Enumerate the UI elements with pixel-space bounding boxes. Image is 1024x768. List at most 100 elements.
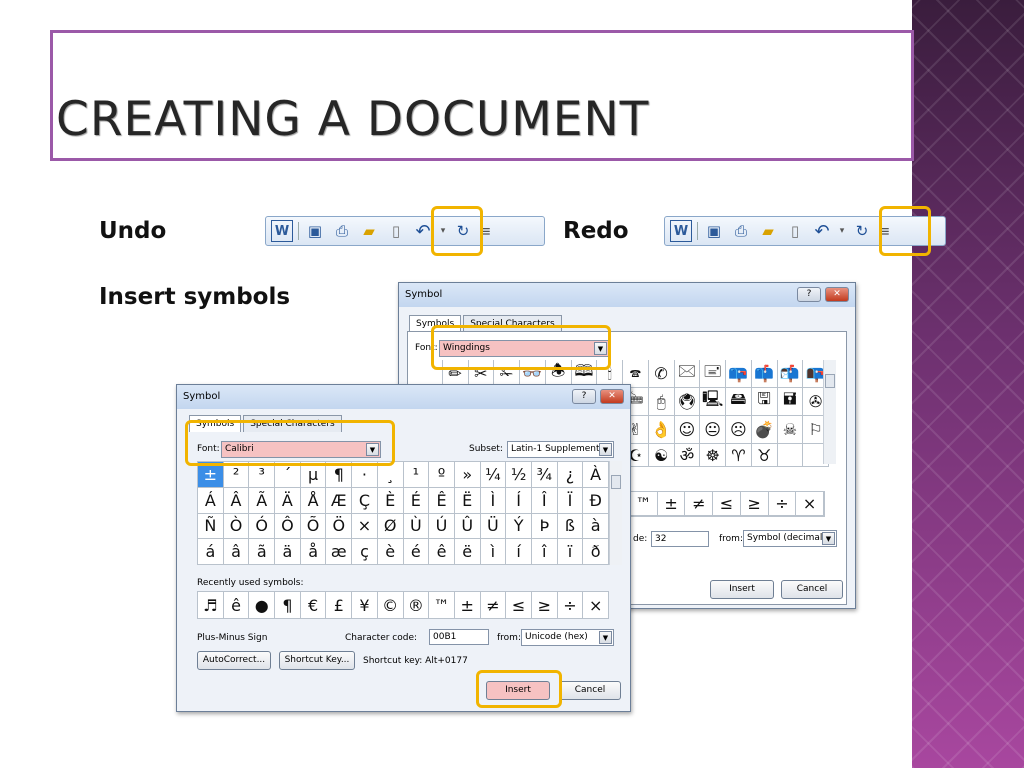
recent-symbol-cell[interactable]: ≠ <box>685 492 714 516</box>
symbol-cell[interactable]: Ý <box>506 513 532 540</box>
word-icon[interactable]: W <box>271 220 293 242</box>
symbol-cell[interactable]: ì <box>480 539 507 565</box>
symbol-cell[interactable]: à <box>583 513 609 540</box>
symbol-cell[interactable]: Ô <box>275 513 301 540</box>
symbol-cell[interactable]: Ç <box>352 487 378 514</box>
undo-dropdown-icon[interactable]: ▾ <box>838 220 846 242</box>
symbol-cell[interactable]: ä <box>275 539 301 565</box>
symbol-cell[interactable]: Ó <box>249 513 276 540</box>
recent-symbol-cell[interactable]: ± <box>454 592 481 619</box>
symbol-cell[interactable]: é <box>403 539 430 565</box>
symbol-cell[interactable]: ã <box>249 539 276 565</box>
symbol-cell[interactable]: Ù <box>403 513 430 540</box>
symbol-cell[interactable]: 🖳 <box>700 388 726 416</box>
symbol-cell[interactable]: Þ <box>531 513 558 540</box>
symbol-cell[interactable]: æ <box>326 539 353 565</box>
symbol-cell[interactable]: Ü <box>480 513 507 540</box>
recent-symbol-cell[interactable]: ® <box>403 592 430 619</box>
symbol-cell[interactable]: 🖬 <box>777 388 804 416</box>
subset-select[interactable]: Latin-1 Supplement ▼ <box>507 441 614 458</box>
symbol-cell[interactable]: Ñ <box>198 513 224 540</box>
from-select[interactable]: Unicode (hex) ▼ <box>521 629 614 646</box>
help-button[interactable]: ? <box>572 389 596 404</box>
new-doc-icon[interactable]: ▯ <box>784 220 806 242</box>
save-icon[interactable]: ▣ <box>703 220 725 242</box>
recent-symbol-cell[interactable]: ± <box>657 492 686 516</box>
character-code-field[interactable]: 00B1 <box>429 629 489 645</box>
symbol-cell[interactable]: Ú <box>429 513 455 540</box>
recent-symbol-cell[interactable]: × <box>583 592 609 619</box>
insert-button[interactable]: Insert <box>710 580 774 599</box>
chevron-down-icon[interactable]: ▼ <box>599 631 612 644</box>
symbol-cell[interactable]: Ì <box>480 487 507 514</box>
symbol-cell[interactable]: × <box>352 513 378 540</box>
symbol-cell[interactable]: È <box>377 487 404 514</box>
recent-symbol-cell[interactable]: ≤ <box>713 492 741 516</box>
symbol-cell[interactable]: Á <box>198 487 224 514</box>
recent-symbol-cell[interactable]: € <box>300 592 327 619</box>
symbol-cell[interactable]: É <box>403 487 430 514</box>
symbol-cell[interactable]: ¼ <box>480 462 507 488</box>
symbol-cell[interactable]: 🖫 <box>751 388 778 416</box>
symbol-cell[interactable]: Ò <box>223 513 250 540</box>
symbol-cell[interactable]: À <box>583 462 609 488</box>
symbol-cell[interactable]: Ø <box>377 513 404 540</box>
symbol-cell[interactable]: Ê <box>429 487 455 514</box>
symbol-cell[interactable]: ☠ <box>777 416 804 444</box>
symbol-cell[interactable]: ☸ <box>700 444 726 467</box>
symbol-cell[interactable]: 😐 <box>700 416 726 444</box>
symbol-cell[interactable]: ¹ <box>403 462 430 488</box>
recent-symbol-cell[interactable]: ● <box>249 592 276 619</box>
symbol-cell[interactable]: Ö <box>326 513 353 540</box>
autocorrect-button[interactable]: AutoCorrect... <box>197 651 271 670</box>
symbol-cell[interactable]: ♉ <box>751 444 778 467</box>
recent-symbol-cell[interactable]: ¥ <box>352 592 378 619</box>
scrollbar-thumb[interactable] <box>611 475 621 489</box>
recent-symbol-cell[interactable]: © <box>377 592 404 619</box>
symbol-cell[interactable]: 📫 <box>751 360 778 388</box>
chevron-down-icon[interactable]: ▼ <box>599 443 612 456</box>
symbol-cell[interactable]: ☹ <box>726 416 752 444</box>
scrollbar-thumb[interactable] <box>825 374 835 388</box>
symbol-cell[interactable]: Î <box>531 487 558 514</box>
grid-scrollbar[interactable] <box>609 461 622 565</box>
symbol-cell[interactable]: å <box>300 539 327 565</box>
recent-symbol-cell[interactable]: ≠ <box>480 592 507 619</box>
symbol-cell[interactable]: Ë <box>454 487 481 514</box>
symbol-cell[interactable]: ½ <box>506 462 532 488</box>
close-button[interactable]: ✕ <box>600 389 624 404</box>
symbol-cell[interactable]: Ð <box>583 487 609 514</box>
symbol-cell[interactable]: Õ <box>300 513 327 540</box>
symbol-cell[interactable]: î <box>531 539 558 565</box>
print-preview-icon[interactable]: ⎙ <box>331 220 353 242</box>
symbol-cell[interactable]: ¾ <box>531 462 558 488</box>
undo-icon[interactable]: ↶ <box>811 220 833 242</box>
symbol-cell[interactable]: 🖰 <box>648 388 675 416</box>
recent-symbol-cell[interactable]: ™ <box>429 592 455 619</box>
character-code-field[interactable]: 32 <box>651 531 709 547</box>
recent-symbol-cell[interactable]: ™ <box>630 492 658 516</box>
symbol-cell[interactable]: 🖴 <box>726 388 752 416</box>
recent-symbol-cell[interactable]: ≥ <box>531 592 558 619</box>
new-doc-icon[interactable]: ▯ <box>385 220 407 242</box>
symbol-cell[interactable]: 📪 <box>726 360 752 388</box>
symbol-cell[interactable]: ë <box>454 539 481 565</box>
symbol-cell[interactable]: 🖂 <box>674 360 701 388</box>
save-icon[interactable]: ▣ <box>304 220 326 242</box>
symbol-cell[interactable]: ☯ <box>648 444 675 467</box>
symbol-cell[interactable]: Ä <box>275 487 301 514</box>
symbol-cell[interactable]: 🖃 <box>700 360 726 388</box>
symbol-cell[interactable]: º <box>429 462 455 488</box>
symbol-cell[interactable]: 📬 <box>777 360 804 388</box>
symbol-cell[interactable]: ï <box>557 539 584 565</box>
grid-scrollbar[interactable] <box>823 360 836 464</box>
symbol-cell[interactable]: ð <box>583 539 609 565</box>
close-button[interactable]: ✕ <box>825 287 849 302</box>
symbol-cell[interactable]: ß <box>557 513 584 540</box>
symbol-cell[interactable]: Â <box>223 487 250 514</box>
recent-symbol-cell[interactable]: ≥ <box>740 492 769 516</box>
print-preview-icon[interactable]: ⎙ <box>730 220 752 242</box>
cancel-button[interactable]: Cancel <box>781 580 843 599</box>
symbol-cell[interactable]: 🖲 <box>674 388 701 416</box>
symbol-cell[interactable]: â <box>223 539 250 565</box>
